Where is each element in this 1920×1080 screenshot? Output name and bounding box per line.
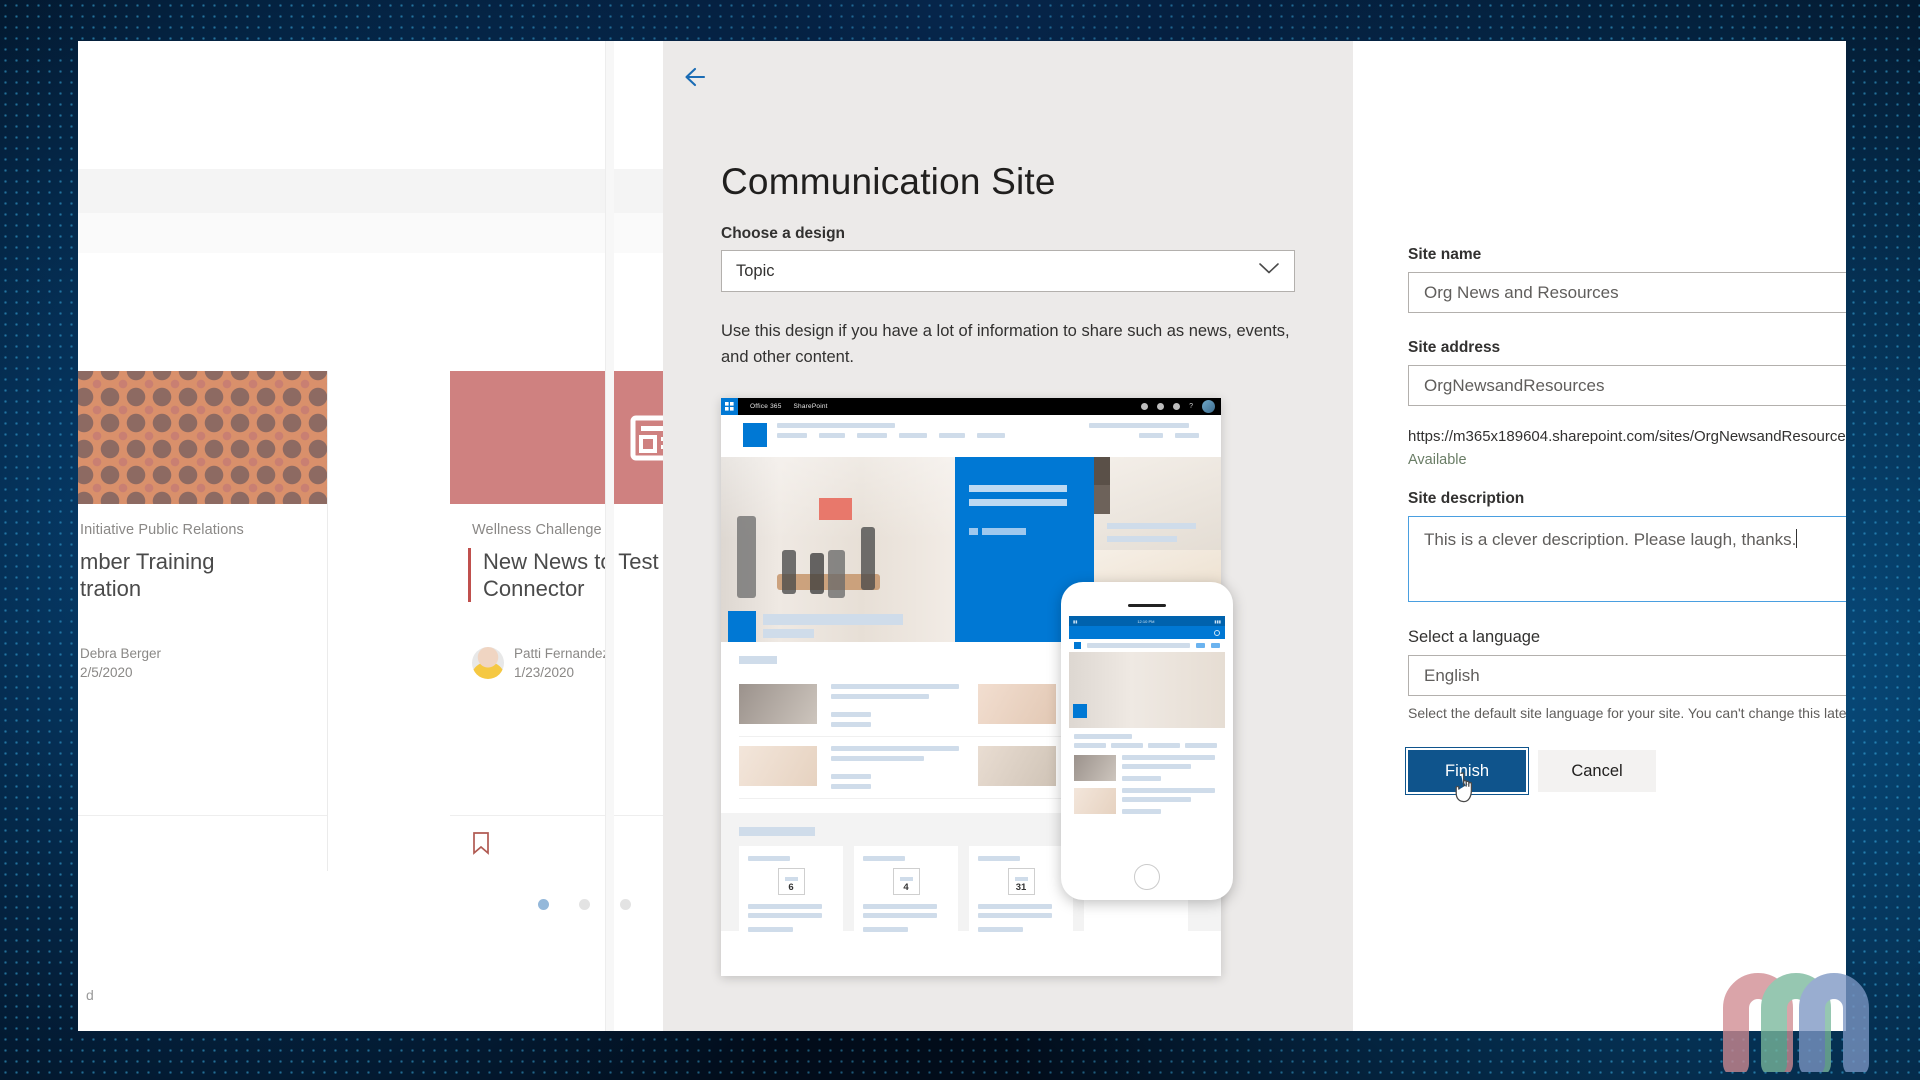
page-text-fragment: d — [86, 987, 94, 1003]
mock-app-bar: Office 365 SharePoint ? — [721, 398, 1221, 415]
language-label: Select a language — [1408, 628, 1541, 646]
mock-event-card: 4 — [854, 846, 958, 942]
language-dropdown[interactable]: English — [1408, 655, 1846, 696]
finish-button[interactable]: Finish — [1405, 747, 1529, 795]
news-card-kicker: Initiative Public Relations — [80, 522, 244, 538]
bell-icon — [1141, 403, 1149, 410]
news-card[interactable]: Initiative Public Relations mber Trainin… — [78, 371, 328, 871]
site-address-label: Site address — [1408, 339, 1501, 356]
brand-watermark-logo — [1723, 973, 1869, 1072]
waffle-icon — [721, 398, 738, 415]
mock-appbar-actions: ? — [1141, 400, 1221, 413]
design-description: Use this design if you have a lot of inf… — [721, 322, 1290, 366]
news-card-thumbnail — [78, 371, 327, 504]
browser-window: Initiative Public Relations mber Trainin… — [78, 41, 1846, 1031]
text-caret — [1796, 529, 1798, 548]
site-url-preview: https://m365x189604.sharepoint.com/sites… — [1408, 428, 1846, 445]
site-address-input[interactable]: OrgNewsandResources — [1408, 365, 1846, 406]
design-preview-phone: ▮▮ 12:10 PM ▮▮▮ — [1061, 582, 1233, 900]
create-site-panel: Communication Site Choose a design Topic… — [663, 41, 1353, 1031]
carousel-pager[interactable] — [538, 899, 631, 910]
gear-icon — [1157, 403, 1165, 410]
site-name-input[interactable]: Org News and Resources — [1408, 272, 1846, 313]
news-card-meta: Debra Berger 2/5/2020 — [80, 644, 305, 682]
design-dropdown[interactable]: Topic — [721, 250, 1295, 292]
language-help-text: Select the default site language for you… — [1408, 705, 1846, 721]
mock-hero-photo — [721, 457, 955, 642]
news-card-date: 1/23/2020 — [514, 665, 575, 680]
mock-suite-label: Office 365 — [750, 403, 782, 410]
mock-event-day: 31 — [1015, 882, 1027, 893]
smiley-icon — [1173, 403, 1181, 410]
mock-hero-tile — [1094, 457, 1221, 550]
page-scroll-edge — [605, 41, 614, 1031]
sp-top-bar — [78, 169, 663, 213]
site-description-textarea[interactable]: This is a clever description. Please lau… — [1408, 516, 1846, 602]
mock-app-label: SharePoint — [793, 403, 828, 410]
phone-home-button — [1134, 864, 1160, 890]
form-actions: Finish Cancel — [1405, 747, 1846, 803]
design-preview: Office 365 SharePoint ? 6 4 31 ▮▮ 12:10 … — [721, 398, 1233, 984]
site-description-label: Site description — [1408, 490, 1525, 507]
news-card-author: Patti Fernandez — [514, 646, 610, 661]
news-card-author: Debra Berger — [80, 646, 162, 661]
chevron-down-icon — [1258, 262, 1280, 280]
design-dropdown-value: Topic — [736, 261, 775, 280]
back-arrow-icon[interactable] — [677, 55, 721, 99]
mock-avatar — [1202, 400, 1215, 413]
pager-dot-2[interactable] — [579, 899, 590, 910]
site-description-text: This is a clever description. Please lau… — [1424, 530, 1797, 549]
mock-event-card: 31 — [969, 846, 1073, 942]
phone-speaker — [1128, 604, 1166, 607]
site-details-form: Site name Org News and Resources Site ad… — [1353, 41, 1846, 1031]
pager-dot-1[interactable] — [538, 899, 549, 910]
site-name-label: Site name — [1408, 246, 1482, 263]
news-card-title: mber Training tration — [80, 549, 215, 601]
mock-site-logo — [743, 423, 767, 447]
page-title: Communication Site — [721, 161, 1056, 202]
news-card-footer — [78, 815, 327, 871]
cancel-button[interactable]: Cancel — [1538, 750, 1656, 792]
mock-event-day: 4 — [903, 882, 909, 893]
search-icon — [1214, 629, 1220, 636]
bookmark-icon[interactable] — [472, 832, 490, 855]
sp-command-strip — [78, 213, 663, 253]
pager-dot-3[interactable] — [620, 899, 631, 910]
availability-status: Available — [1408, 452, 1467, 468]
avatar — [472, 647, 504, 679]
mock-event-card: 6 — [739, 846, 843, 942]
phone-screen: ▮▮ 12:10 PM ▮▮▮ — [1069, 616, 1225, 856]
mock-site-header — [721, 415, 1221, 457]
background-sharepoint-page: Initiative Public Relations mber Trainin… — [78, 41, 720, 1031]
mock-event-day: 6 — [788, 882, 794, 893]
design-label: Choose a design — [721, 225, 846, 242]
help-icon: ? — [1189, 403, 1193, 410]
news-card-date: 2/5/2020 — [80, 665, 133, 680]
